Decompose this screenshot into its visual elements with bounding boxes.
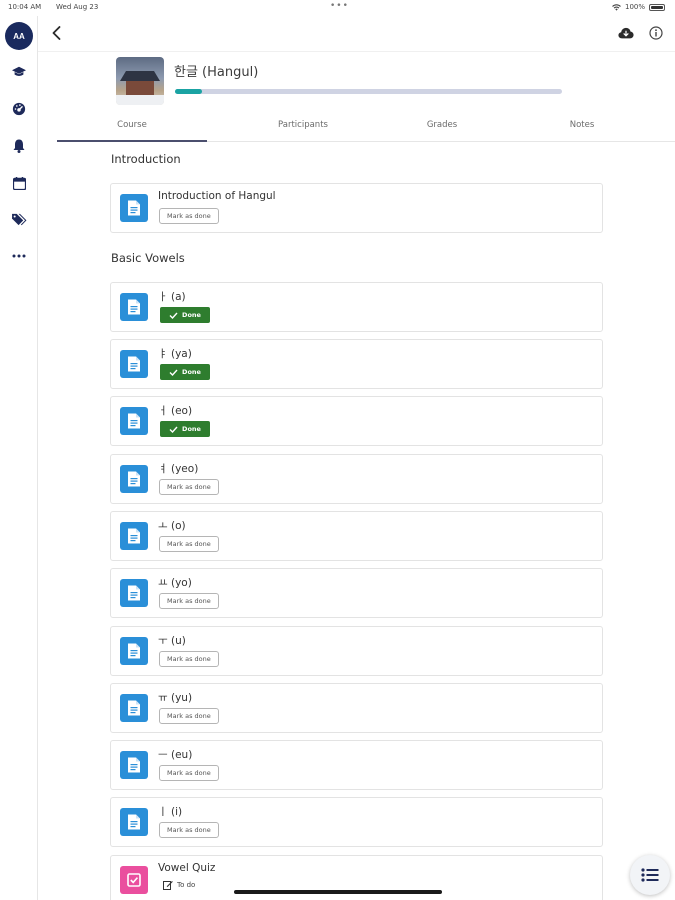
activity-card[interactable]: ㅏ (a) Done	[110, 282, 603, 332]
battery-icon	[649, 3, 665, 11]
calendar-icon[interactable]	[9, 173, 29, 193]
status-date: Wed Aug 23	[56, 3, 99, 11]
mark-as-done-button[interactable]: Mark as done	[159, 708, 219, 724]
tags-icon[interactable]	[9, 209, 29, 229]
sidebar: AA	[0, 16, 38, 900]
wifi-icon	[612, 3, 621, 11]
bell-icon[interactable]	[9, 136, 29, 156]
course-progress-bar	[175, 89, 562, 94]
mark-as-done-button[interactable]: Mark as done	[159, 651, 219, 667]
section-title-basic-vowels[interactable]: Basic Vowels	[111, 251, 185, 265]
graduation-cap-icon[interactable]	[9, 62, 29, 82]
tab-participants[interactable]: Participants	[243, 120, 363, 130]
tab-active-indicator	[57, 140, 207, 142]
edit-icon	[163, 881, 173, 890]
page-icon	[120, 293, 148, 321]
activity-title[interactable]: Introduction of Hangul	[158, 190, 276, 202]
mark-as-done-button[interactable]: Mark as done	[159, 479, 219, 495]
section-title-introduction[interactable]: Introduction	[111, 152, 181, 166]
course-index-button[interactable]	[630, 855, 670, 895]
tab-notes[interactable]: Notes	[547, 120, 617, 130]
quiz-icon	[120, 866, 148, 894]
list-icon	[641, 868, 659, 882]
tab-grades[interactable]: Grades	[397, 120, 487, 130]
info-button[interactable]	[647, 24, 665, 42]
battery-percent: 100%	[624, 3, 645, 11]
activity-title[interactable]: ㅑ (ya)	[158, 346, 192, 361]
course-title: 한글 (Hangul)	[174, 65, 259, 80]
check-icon	[169, 312, 178, 319]
done-badge[interactable]: Done	[160, 364, 210, 380]
activity-card[interactable]: ㅡ (eu) Mark as done	[110, 740, 603, 790]
activity-title[interactable]: ㅗ (o)	[158, 518, 186, 533]
activity-title[interactable]: ㅓ (eo)	[158, 403, 192, 418]
mark-as-done-button[interactable]: Mark as done	[159, 536, 219, 552]
page-icon	[120, 407, 148, 435]
home-indicator[interactable]	[234, 890, 442, 894]
activity-card[interactable]: ㅕ (yeo) Mark as done	[110, 454, 603, 504]
activity-card[interactable]: ㅛ (yo) Mark as done	[110, 568, 603, 618]
activity-title[interactable]: ㅛ (yo)	[158, 575, 192, 590]
activity-card[interactable]: ㅑ (ya) Done	[110, 339, 603, 389]
check-icon	[169, 369, 178, 376]
mark-as-done-button[interactable]: Mark as done	[159, 208, 219, 224]
activity-title[interactable]: Vowel Quiz	[158, 862, 215, 874]
top-bar	[38, 16, 675, 52]
page-icon	[120, 751, 148, 779]
page-icon	[120, 808, 148, 836]
page-icon	[120, 579, 148, 607]
chevron-left-icon	[52, 26, 60, 40]
avatar[interactable]: AA	[5, 22, 33, 50]
activity-title[interactable]: ㅜ (u)	[158, 633, 186, 648]
status-time: 10:04 AM	[8, 3, 42, 11]
todo-status: To do	[163, 880, 195, 890]
page-icon	[120, 194, 148, 222]
multitasking-dots-icon[interactable]: •••	[330, 1, 349, 11]
tab-course[interactable]: Course	[57, 120, 207, 130]
activity-card[interactable]: ㅣ (i) Mark as done	[110, 797, 603, 847]
done-label: Done	[182, 425, 201, 433]
done-badge[interactable]: Done	[160, 307, 210, 323]
mark-as-done-button[interactable]: Mark as done	[159, 593, 219, 609]
done-badge[interactable]: Done	[160, 421, 210, 437]
course-image	[116, 57, 164, 105]
activity-card[interactable]: ㅜ (u) Mark as done	[110, 626, 603, 676]
activity-title[interactable]: ㅡ (eu)	[158, 747, 192, 762]
activity-card[interactable]: ㅠ (yu) Mark as done	[110, 683, 603, 733]
activity-title[interactable]: ㅠ (yu)	[158, 690, 192, 705]
more-icon[interactable]	[9, 246, 29, 266]
status-bar: 10:04 AM Wed Aug 23 ••• 100%	[0, 0, 675, 16]
page-icon	[120, 350, 148, 378]
activity-title[interactable]: ㅕ (yeo)	[158, 461, 198, 476]
activity-card[interactable]: ㅓ (eo) Done	[110, 396, 603, 446]
dashboard-icon[interactable]	[9, 99, 29, 119]
activity-card[interactable]: Introduction of Hangul Mark as done	[110, 183, 603, 233]
page-icon	[120, 522, 148, 550]
info-icon	[649, 26, 663, 40]
done-label: Done	[182, 368, 201, 376]
done-label: Done	[182, 311, 201, 319]
mark-as-done-button[interactable]: Mark as done	[159, 822, 219, 838]
page-icon	[120, 465, 148, 493]
mark-as-done-button[interactable]: Mark as done	[159, 765, 219, 781]
page-icon	[120, 694, 148, 722]
activity-title[interactable]: ㅣ (i)	[158, 804, 182, 819]
check-icon	[169, 426, 178, 433]
activity-title[interactable]: ㅏ (a)	[158, 289, 186, 304]
download-button[interactable]	[617, 24, 635, 42]
back-button[interactable]	[46, 23, 66, 43]
course-tabs: Course Participants Grades Notes	[57, 114, 675, 142]
page-icon	[120, 637, 148, 665]
course-progress-fill	[175, 89, 203, 94]
activity-card[interactable]: ㅗ (o) Mark as done	[110, 511, 603, 561]
todo-label: To do	[177, 881, 196, 889]
cloud-download-icon	[618, 27, 634, 39]
